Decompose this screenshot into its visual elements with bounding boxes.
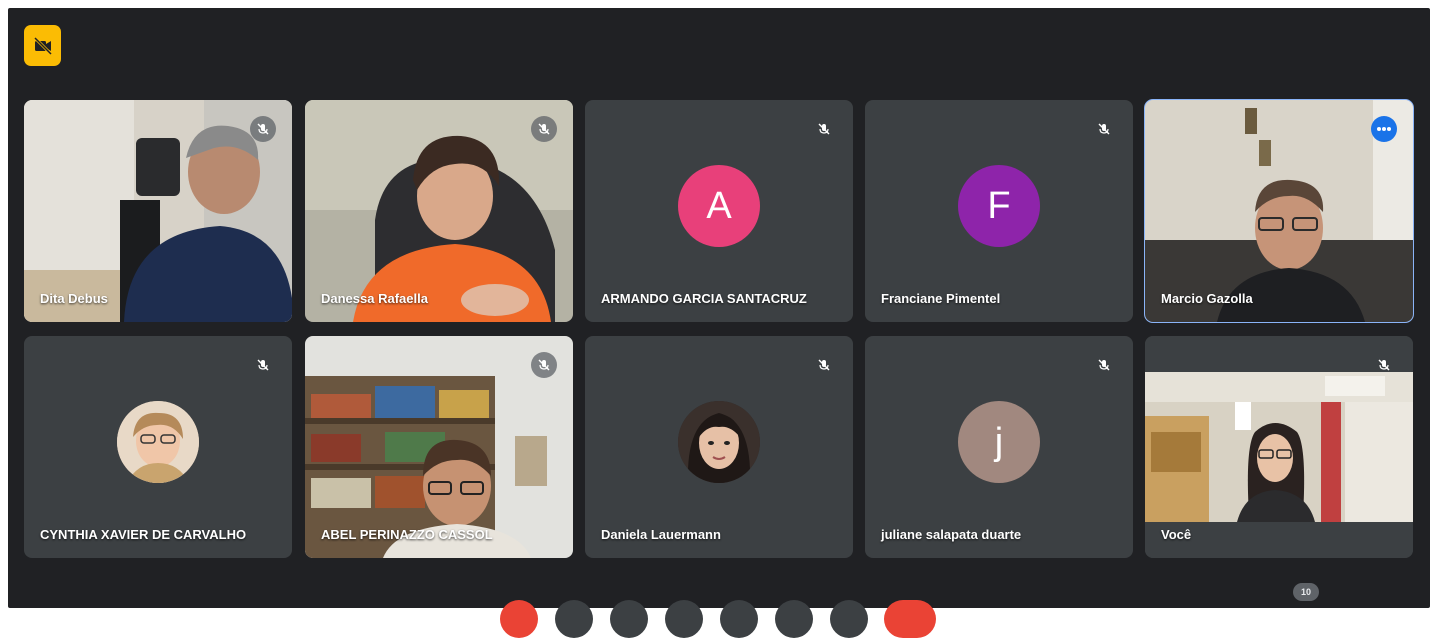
participant-tile-daniela-lauermann[interactable]: Daniela Lauermann xyxy=(585,336,853,558)
mic-off-icon xyxy=(538,359,550,371)
mic-toggle-button[interactable] xyxy=(500,600,538,638)
avatar: F xyxy=(958,165,1040,247)
mic-off-icon xyxy=(1378,359,1390,371)
avatar: j xyxy=(958,401,1040,483)
present-button[interactable] xyxy=(720,600,758,638)
more-dots-icon xyxy=(1377,127,1391,131)
mic-status xyxy=(1091,116,1117,142)
participant-name: Danessa Rafaella xyxy=(321,291,428,306)
mic-status xyxy=(811,352,837,378)
participant-tile-self[interactable]: Você xyxy=(1145,336,1413,558)
participant-tile-cynthia-xavier-de-carvalho[interactable]: CYNTHIA XAVIER DE CARVALHO xyxy=(24,336,292,558)
profile-photo xyxy=(678,401,760,483)
captions-button[interactable] xyxy=(610,600,648,638)
participant-tile-marcio-gazolla[interactable]: Marcio Gazolla xyxy=(1144,99,1414,323)
participant-tile-dita-debus[interactable]: Dita Debus xyxy=(24,100,292,322)
mic-off-icon xyxy=(818,123,830,135)
mic-status xyxy=(811,116,837,142)
speaking-indicator xyxy=(1371,116,1397,142)
mic-status xyxy=(531,352,557,378)
participant-name: CYNTHIA XAVIER DE CARVALHO xyxy=(40,527,247,542)
more-options-button[interactable] xyxy=(830,600,868,638)
mic-status xyxy=(531,116,557,142)
mic-status xyxy=(1091,352,1117,378)
mic-status xyxy=(250,116,276,142)
participant-tile-franciane-pimentel[interactable]: F Franciane Pimentel xyxy=(865,100,1133,322)
mic-off-icon xyxy=(257,359,269,371)
participant-name: Daniela Lauermann xyxy=(601,527,721,542)
participant-tile-danessa-rafaella[interactable]: Danessa Rafaella xyxy=(305,100,573,322)
camera-off-badge[interactable] xyxy=(24,25,61,66)
participant-tile-abel-perinazzo-cassol[interactable]: ABEL PERINAZZO CASSOL xyxy=(305,336,573,558)
participant-name: Dita Debus xyxy=(40,291,108,306)
camera-toggle-button[interactable] xyxy=(555,600,593,638)
participant-name: ABEL PERINAZZO CASSOL xyxy=(321,527,493,542)
avatar xyxy=(678,401,760,483)
participant-count-badge[interactable]: 10 xyxy=(1293,583,1319,601)
reactions-button[interactable] xyxy=(775,600,813,638)
avatar xyxy=(117,401,199,483)
profile-photo xyxy=(117,401,199,483)
mic-off-icon xyxy=(818,359,830,371)
participant-name: Franciane Pimentel xyxy=(881,291,1001,306)
camera-off-icon xyxy=(33,36,52,55)
raise-hand-button[interactable] xyxy=(665,600,703,638)
mic-off-icon xyxy=(257,123,269,135)
meet-window: Dita Debus Danessa Rafaella A ARMANDO GA… xyxy=(8,8,1430,638)
participant-tile-armando-garcia-santacruz[interactable]: A ARMANDO GARCIA SANTACRUZ xyxy=(585,100,853,322)
mic-off-icon xyxy=(1098,359,1110,371)
participant-name: juliane salapata duarte xyxy=(881,527,1022,542)
control-bar xyxy=(8,593,1430,638)
mic-status xyxy=(1371,352,1397,378)
end-call-button[interactable] xyxy=(884,600,936,638)
mic-status xyxy=(250,352,276,378)
mic-off-icon xyxy=(538,123,550,135)
participant-tile-juliane-salapata-duarte[interactable]: j juliane salapata duarte xyxy=(865,336,1133,558)
avatar: A xyxy=(678,165,760,247)
participant-name: Marcio Gazolla xyxy=(1161,291,1253,306)
participant-name: Você xyxy=(1161,527,1192,542)
mic-off-icon xyxy=(1098,123,1110,135)
participant-name: ARMANDO GARCIA SANTACRUZ xyxy=(601,291,807,306)
